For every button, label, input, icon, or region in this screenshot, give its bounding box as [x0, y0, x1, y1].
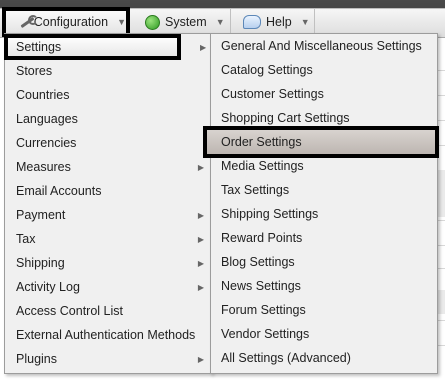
menu-item-languages[interactable]: Languages	[5, 107, 211, 131]
submenu-item-blog-settings[interactable]: Blog Settings	[211, 250, 437, 274]
menu-item-stores[interactable]: Stores	[5, 59, 211, 83]
submenu-arrow-icon: ▶	[197, 210, 204, 220]
submenu-item-label: Reward Points	[221, 231, 303, 245]
submenu-arrow-icon: ▶	[200, 43, 207, 52]
submenu-arrow-icon: ▶	[197, 162, 204, 172]
submenu-item-label: General And Miscellaneous Settings	[221, 39, 422, 53]
submenu-item-label: Shipping Settings	[221, 207, 319, 221]
menu-system-label: System	[165, 15, 207, 29]
submenu-item-label: Customer Settings	[221, 87, 324, 101]
menu-configuration-label: Configuration	[33, 15, 109, 29]
submenu-arrow-icon: ▶	[197, 354, 204, 364]
menu-item-label: Shipping	[16, 256, 65, 270]
submenu-item-vendor-settings[interactable]: Vendor Settings	[211, 322, 437, 346]
submenu-item-customer-settings[interactable]: Customer Settings	[211, 82, 437, 106]
menu-item-label: Email Accounts	[16, 184, 102, 198]
menu-item-label: Settings	[16, 40, 62, 54]
wrench-icon	[18, 15, 38, 29]
submenu-item-shipping-settings[interactable]: Shipping Settings	[211, 202, 437, 226]
menu-item-label: Payment	[16, 208, 66, 222]
submenu-item-label: All Settings (Advanced)	[221, 351, 351, 365]
submenu-item-catalog-settings[interactable]: Catalog Settings	[211, 58, 437, 82]
menu-item-currencies[interactable]: Currencies	[5, 131, 211, 155]
chevron-down-icon: ▼	[215, 17, 225, 27]
menu-item-email-accounts[interactable]: Email Accounts	[5, 179, 211, 203]
submenu-arrow-icon: ▶	[197, 234, 204, 244]
menu-item-label: External Authentication Methods	[16, 328, 196, 342]
menu-item-label: Countries	[16, 88, 70, 102]
chevron-down-icon: ▼	[117, 17, 126, 27]
submenu-item-tax-settings[interactable]: Tax Settings	[211, 178, 437, 202]
menu-item-shipping[interactable]: Shipping ▶	[5, 251, 211, 275]
submenu-item-all-settings-advanced[interactable]: All Settings (Advanced)	[211, 346, 437, 370]
menu-item-tax[interactable]: Tax ▶	[5, 227, 211, 251]
menu-item-label: Access Control List	[16, 304, 123, 318]
submenu-item-label: Media Settings	[221, 159, 304, 173]
menu-item-label: Plugins	[16, 352, 57, 366]
submenu-arrow-icon: ▶	[197, 258, 204, 268]
menu-item-label: Languages	[16, 112, 78, 126]
menu-item-measures[interactable]: Measures ▶	[5, 155, 211, 179]
submenu-item-label: Forum Settings	[221, 303, 306, 317]
submenu-item-general-settings[interactable]: General And Miscellaneous Settings	[211, 34, 437, 58]
configuration-dropdown: Settings ▶ Stores Countries Languages Cu…	[4, 33, 212, 374]
menu-item-settings[interactable]: Settings	[4, 34, 181, 60]
menu-item-label: Measures	[16, 160, 71, 174]
menu-help-label: Help	[266, 15, 292, 29]
submenu-item-label: Vendor Settings	[221, 327, 310, 341]
submenu-item-label: News Settings	[221, 279, 301, 293]
menu-item-external-authentication[interactable]: External Authentication Methods	[5, 323, 211, 347]
menu-item-plugins[interactable]: Plugins ▶	[5, 347, 211, 371]
menu-item-label: Tax	[16, 232, 36, 246]
submenu-item-label: Catalog Settings	[221, 63, 313, 77]
submenu-item-media-settings[interactable]: Media Settings	[211, 154, 437, 178]
menu-item-label: Stores	[16, 64, 53, 78]
submenu-item-news-settings[interactable]: News Settings	[211, 274, 437, 298]
menu-item-countries[interactable]: Countries	[5, 83, 211, 107]
submenu-item-label: Tax Settings	[221, 183, 290, 197]
menu-item-label: Activity Log	[16, 280, 80, 294]
menu-help[interactable]: Help ▼	[233, 8, 315, 36]
submenu-item-label: Order Settings	[221, 135, 302, 149]
submenu-arrow-icon: ▶	[197, 282, 204, 292]
help-bubble-icon	[243, 15, 261, 29]
menu-item-payment[interactable]: Payment ▶	[5, 203, 211, 227]
settings-submenu: General And Miscellaneous Settings Catal…	[203, 33, 439, 374]
submenu-item-label: Shopping Cart Settings	[221, 111, 350, 125]
status-dot-icon	[145, 14, 160, 30]
menu-item-access-control-list[interactable]: Access Control List	[5, 299, 211, 323]
submenu-item-forum-settings[interactable]: Forum Settings	[211, 298, 437, 322]
submenu-item-reward-points[interactable]: Reward Points	[211, 226, 437, 250]
menu-system[interactable]: System ▼	[135, 8, 231, 36]
chevron-down-icon: ▼	[300, 17, 310, 27]
menu-item-label: Currencies	[16, 136, 77, 150]
menu-item-activity-log[interactable]: Activity Log ▶	[5, 275, 211, 299]
submenu-item-label: Blog Settings	[221, 255, 295, 269]
